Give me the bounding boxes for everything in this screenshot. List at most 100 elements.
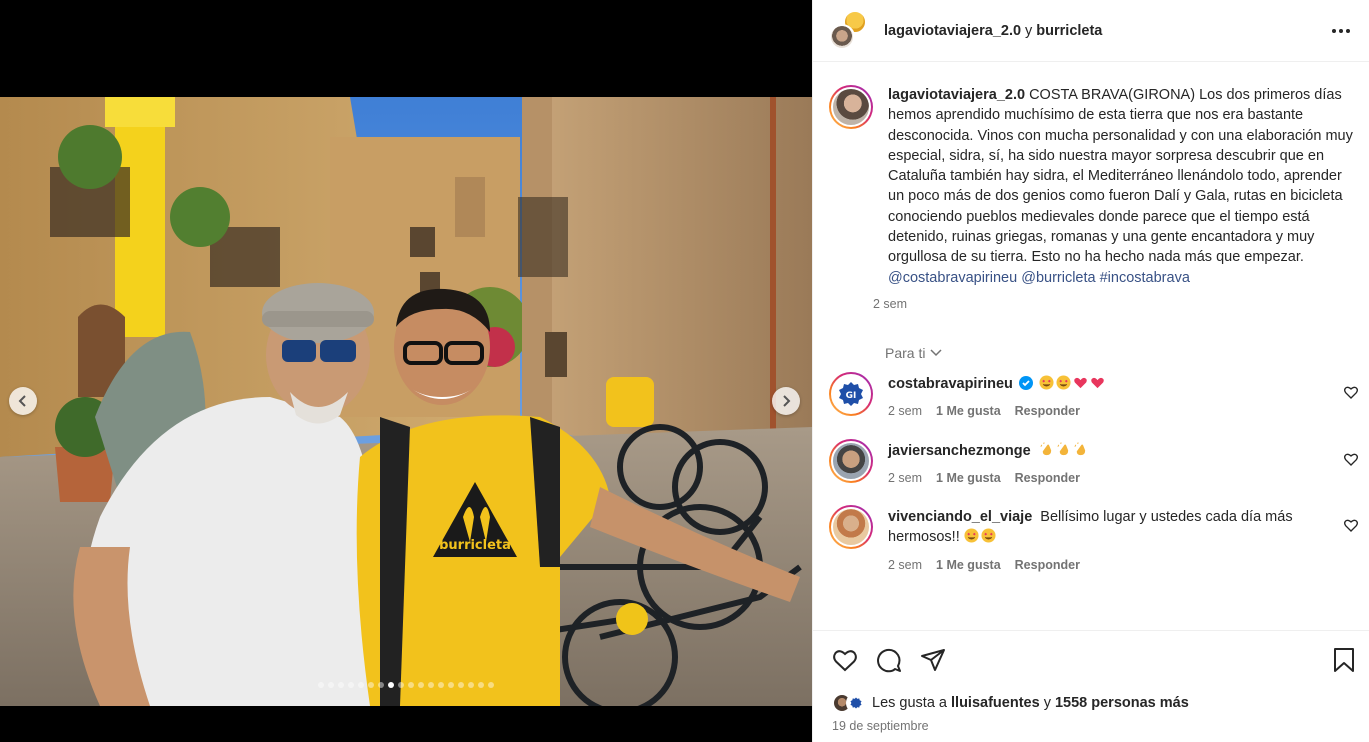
post-actions: Les gusta a lluisafuentes y 1558 persona… bbox=[813, 630, 1369, 742]
like-button[interactable] bbox=[832, 647, 858, 673]
like-comment-heart-icon[interactable] bbox=[1343, 384, 1359, 400]
carousel-dot bbox=[468, 682, 474, 688]
liker-username[interactable]: lluisafuentes bbox=[951, 695, 1040, 711]
carousel-dot bbox=[338, 682, 344, 688]
clapping-hands-emoji-icon bbox=[1040, 441, 1051, 455]
authors-conjunction: y bbox=[1025, 22, 1033, 39]
carousel-dot bbox=[368, 682, 374, 688]
verified-badge-icon bbox=[1018, 375, 1033, 390]
carousel-dots bbox=[0, 682, 812, 688]
svg-text:GI: GI bbox=[846, 391, 857, 401]
reply-button[interactable]: Responder bbox=[1015, 555, 1080, 575]
next-photo-button[interactable] bbox=[772, 387, 800, 415]
comment-item: vivenciando_el_viaje Bellísimo lugar y u… bbox=[813, 505, 1369, 575]
liker-avatar bbox=[846, 693, 866, 713]
heart-eyes-emoji-icon bbox=[981, 528, 996, 543]
like-comment-heart-icon[interactable] bbox=[1343, 451, 1359, 467]
comment-button[interactable] bbox=[876, 647, 902, 673]
gi-logo-icon: GI bbox=[839, 381, 863, 406]
post-media: burricleta bbox=[0, 0, 812, 742]
carousel-dot bbox=[408, 682, 414, 688]
post-date[interactable]: 19 de septiembre bbox=[813, 713, 1369, 733]
comments-scroll-area[interactable]: lagaviotaviajera_2.0 COSTA BRAVA(GIRONA)… bbox=[813, 63, 1369, 630]
caption-avatar[interactable] bbox=[829, 85, 873, 129]
para-ti-label: Para ti bbox=[885, 344, 926, 361]
comment-avatar[interactable] bbox=[829, 438, 873, 483]
red-heart-emoji-icon bbox=[1091, 377, 1104, 389]
likes-summary[interactable]: Les gusta a lluisafuentes y 1558 persona… bbox=[813, 673, 1369, 713]
carousel-dot bbox=[398, 682, 404, 688]
caption-timestamp[interactable]: 2 sem bbox=[873, 297, 1354, 311]
carousel-dot bbox=[328, 682, 334, 688]
heart-eyes-emoji-icon bbox=[964, 528, 979, 543]
carousel-dot bbox=[348, 682, 354, 688]
comment-username[interactable]: javiersanchezmonge bbox=[888, 443, 1031, 459]
caption-username[interactable]: lagaviotaviajera_2.0 bbox=[888, 87, 1025, 103]
likes-prefix: Les gusta a bbox=[872, 695, 947, 711]
carousel-dot bbox=[488, 682, 494, 688]
more-horizontal-icon bbox=[1332, 28, 1350, 33]
carousel-dot bbox=[478, 682, 484, 688]
red-heart-emoji-icon bbox=[1074, 377, 1087, 389]
comment-timestamp[interactable]: 2 sem bbox=[888, 555, 922, 575]
likes-and: y bbox=[1043, 695, 1051, 711]
carousel-dot bbox=[418, 682, 424, 688]
hashtag-incostabrava[interactable]: #incostabrava bbox=[1100, 270, 1190, 286]
shirt-logo-text: burricleta bbox=[439, 538, 511, 553]
bookmark-icon bbox=[1334, 648, 1354, 672]
post-side-panel: lagaviotaviajera_2.0 y burricleta lagaviot… bbox=[812, 0, 1369, 742]
clapping-hands-emoji-icon bbox=[1057, 441, 1068, 455]
heart-eyes-emoji-icon bbox=[1039, 375, 1054, 390]
heart-eyes-emoji-icon bbox=[1056, 375, 1071, 390]
caption-text: lagaviotaviajera_2.0 COSTA BRAVA(GIRONA)… bbox=[888, 85, 1354, 288]
chevron-down-icon bbox=[930, 349, 942, 357]
send-paper-plane-icon bbox=[921, 649, 945, 671]
coauthor-link[interactable]: burricleta bbox=[1036, 23, 1102, 39]
post-authors: lagaviotaviajera_2.0 y burricleta bbox=[884, 23, 1102, 39]
comment-username[interactable]: vivenciando_el_viaje bbox=[888, 509, 1032, 525]
author-link[interactable]: lagaviotaviajera_2.0 bbox=[884, 23, 1021, 39]
post-photo[interactable]: burricleta bbox=[0, 97, 812, 706]
previous-photo-button[interactable] bbox=[9, 387, 37, 415]
photo-image: burricleta bbox=[0, 97, 812, 706]
comment-timestamp[interactable]: 2 sem bbox=[888, 401, 922, 421]
post-caption: lagaviotaviajera_2.0 COSTA BRAVA(GIRONA)… bbox=[813, 63, 1369, 311]
gi-logo-icon bbox=[850, 697, 862, 709]
more-options-button[interactable] bbox=[1329, 19, 1353, 43]
comment-avatar[interactable]: GI bbox=[829, 371, 873, 416]
clapping-hands-emoji-icon bbox=[1074, 441, 1085, 455]
like-comment-heart-icon[interactable] bbox=[1343, 517, 1359, 533]
reply-button[interactable]: Responder bbox=[1015, 401, 1080, 421]
para-ti-dropdown[interactable]: Para ti bbox=[885, 345, 1369, 361]
save-button[interactable] bbox=[1331, 647, 1357, 673]
comment-emojis bbox=[964, 528, 998, 545]
comment-timestamp[interactable]: 2 sem bbox=[888, 468, 922, 488]
heart-icon bbox=[833, 650, 857, 672]
avatar-lagaviotaviajera bbox=[829, 23, 855, 50]
mention-burricleta[interactable]: @burricleta bbox=[1021, 270, 1095, 286]
comment-likes-count[interactable]: 1 Me gusta bbox=[936, 401, 1001, 421]
carousel-dot bbox=[458, 682, 464, 688]
comment-likes-count[interactable]: 1 Me gusta bbox=[936, 555, 1001, 575]
comment-bubble-icon bbox=[877, 648, 901, 673]
carousel-dot bbox=[438, 682, 444, 688]
likes-others-count[interactable]: 1558 personas más bbox=[1055, 695, 1189, 711]
post-header: lagaviotaviajera_2.0 y burricleta bbox=[813, 0, 1369, 62]
comment-likes-count[interactable]: 1 Me gusta bbox=[936, 468, 1001, 488]
carousel-dot bbox=[388, 682, 394, 688]
comment-item: javiersanchezmonge 2 sem 1 Me gusta Resp… bbox=[813, 438, 1369, 489]
carousel-dot bbox=[358, 682, 364, 688]
share-button[interactable] bbox=[920, 647, 946, 673]
comment-item: GI costabravapirineu 2 sem 1 Me gusta Re… bbox=[813, 371, 1369, 422]
comment-username[interactable]: costabravapirineu bbox=[888, 376, 1013, 392]
comment-avatar[interactable] bbox=[829, 505, 873, 550]
reply-button[interactable]: Responder bbox=[1015, 468, 1080, 488]
collab-avatars[interactable] bbox=[829, 9, 871, 52]
chevron-left-icon bbox=[18, 395, 26, 407]
mention-costabravapirineu[interactable]: @costabravapirineu bbox=[888, 270, 1017, 286]
carousel-dot bbox=[318, 682, 324, 688]
carousel-dot bbox=[428, 682, 434, 688]
comment-emojis bbox=[1039, 441, 1090, 459]
comment-emojis bbox=[1039, 375, 1107, 392]
chevron-right-icon bbox=[783, 395, 791, 407]
